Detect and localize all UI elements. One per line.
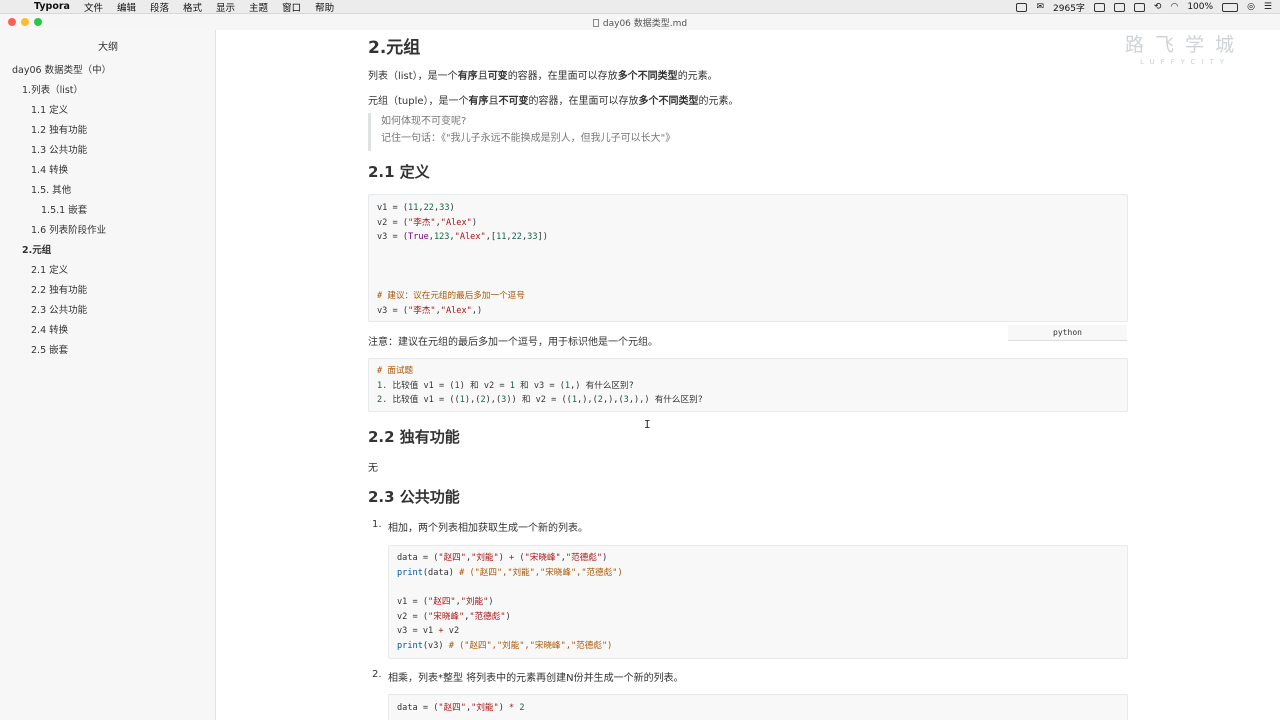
sync-icon[interactable]: ⟲ [1154,2,1162,12]
list-item-add[interactable]: 相加，两个列表相加获取生成一个新的列表。 [388,519,588,534]
outline-item-list[interactable]: 1.列表（list） [22,82,83,96]
paragraph-none[interactable]: 无 [368,459,378,474]
app-icon-3[interactable] [1133,2,1145,12]
code-line: v1 = (11,22,33) [377,203,455,213]
outline-item-tuple-own[interactable]: 2.2 独有功能 [31,282,87,296]
code-block-definition[interactable]: v1 = (11,22,33) v2 = ("李杰","Alex") v3 = … [368,194,1128,322]
wechat-icon[interactable]: ✉ [1036,2,1044,12]
code-line: v2 = ("宋晓峰","范德彪") [397,611,511,622]
outline-item-tuple-convert[interactable]: 2.4 转换 [31,322,68,336]
outline-item-day06[interactable]: day06 数据类型（中） [12,62,111,76]
control-center-icon[interactable]: ☰ [1264,2,1272,12]
menu-paragraph[interactable]: 段落 [150,0,169,14]
code-line: # 面试题 [377,366,414,376]
list-item-multiply[interactable]: 相乘，列表*整型 将列表中的元素再创建N份并生成一个新的列表。 [388,669,684,684]
code-block-multiply[interactable]: data = ("赵四","刘能") * 2 [388,694,1128,720]
luffycity-watermark: 路飞学城 LUFFYCITY [1120,30,1250,66]
paragraph-list-desc[interactable]: 列表（list），是一个有序且可变的容器，在里面可以存放多个不同类型的元素。 [368,67,718,82]
wifi-icon[interactable]: ◠ [1170,2,1178,12]
word-count[interactable]: 2965字 [1053,1,1085,14]
heading-tuple-own[interactable]: 2.2 独有功能 [368,426,460,447]
menu-theme[interactable]: 主题 [249,0,268,14]
menu-format[interactable]: 格式 [183,0,202,14]
siri-icon[interactable]: ◎ [1247,2,1255,12]
screen-record-icon[interactable] [1016,2,1028,12]
editor-area[interactable]: 路飞学城 LUFFYCITY 2.元组 列表（list），是一个有序且可变的容器… [216,30,1280,720]
outline-item-list-nest[interactable]: 1.5.1 嵌套 [41,202,87,216]
outline-item-list-convert[interactable]: 1.4 转换 [31,162,68,176]
outline-item-tuple-common[interactable]: 2.3 公共功能 [31,302,87,316]
outline-item-list-def[interactable]: 1.1 定义 [31,102,68,116]
quote-line-2: 记住一句话：《"我儿子永远不能换成是别人，但我儿子可以长大"》 [381,133,676,144]
menu-app-typora[interactable]: Typora [34,1,70,12]
outline-item-list-homework[interactable]: 1.6 列表阶段作业 [31,222,106,236]
menu-file[interactable]: 文件 [84,0,103,14]
code-block-add[interactable]: data = ("赵四","刘能") + ("宋晓峰","范德彪") print… [388,545,1128,659]
outline-item-tuple[interactable]: 2.元组 [22,242,51,256]
window-titlebar: day06 数据类型.md [0,14,1280,30]
code-line: v2 = ("李杰","Alex") [377,217,478,228]
menu-edit[interactable]: 编辑 [117,0,136,14]
code-line: data = ("赵四","刘能") * 2 [397,703,525,713]
list-number-1: 1. [372,519,382,530]
code-line: print(v3) # ("赵四","刘能","宋晓峰","范德彪") [397,641,613,652]
outline-item-tuple-nest[interactable]: 2.5 嵌套 [31,342,68,356]
blockquote[interactable]: 如何体现不可变呢? 记住一句话：《"我儿子永远不能换成是别人，但我儿子可以长大"… [368,113,1128,151]
code-line: 1. 比较值 v1 = (1) 和 v2 = 1 和 v3 = (1,) 有什么… [377,380,634,391]
list-number-2: 2. [372,669,382,680]
code-line: 2. 比较值 v1 = ((1),(2),(3)) 和 v2 = ((1,),(… [377,395,703,406]
code-line: v3 = v1 + v2 [397,626,460,637]
menu-bar: Typora 文件 编辑 段落 格式 显示 主题 窗口 帮助 ✉ 2965字 ⟲… [0,0,1280,14]
code-line: v3 = (True,123,"Alex",[11,22,33]) [377,232,548,243]
paragraph-tuple-desc[interactable]: 元组（tuple），是一个有序且不可变的容器，在里面可以存放多个不同类型的元素。 [368,92,739,107]
menu-help[interactable]: 帮助 [315,0,334,14]
menu-window[interactable]: 窗口 [282,0,301,14]
heading-tuple-common[interactable]: 2.3 公共功能 [368,486,460,507]
quote-line-1: 如何体现不可变呢? [381,116,467,127]
status-tray: ✉ 2965字 ⟲ ◠ 100% ◎ ☰ [1016,0,1272,14]
outline-item-list-common[interactable]: 1.3 公共功能 [31,142,87,156]
menu-view[interactable]: 显示 [216,0,235,14]
app-icon[interactable] [1093,2,1105,12]
watermark-title: 路飞学城 [1124,34,1245,56]
outline-sidebar: 大纲 day06 数据类型（中） 1.列表（list） 1.1 定义 1.2 独… [0,30,216,720]
document-title-text: day06 数据类型.md [602,19,688,29]
document-title: day06 数据类型.md [0,16,1280,29]
heading-tuple[interactable]: 2.元组 [368,33,420,58]
text-cursor-icon: I [644,418,651,431]
battery-icon[interactable] [1222,2,1239,12]
battery-percent[interactable]: 100% [1187,2,1213,12]
code-block-interview[interactable]: # 面试题 1. 比较值 v1 = (1) 和 v2 = 1 和 v3 = (1… [368,358,1128,412]
code-language-selector[interactable]: python [1008,325,1127,341]
code-line: print(data) # ("赵四","刘能","宋晓峰","范德彪") [397,567,623,578]
code-line: # 建议：议在元组的最后多加一个逗号 [377,291,525,302]
watermark-subtitle: LUFFYCITY [1139,58,1231,66]
heading-tuple-def[interactable]: 2.1 定义 [368,161,430,182]
outline-item-list-own[interactable]: 1.2 独有功能 [31,122,87,136]
paragraph-note[interactable]: 注意：建议在元组的最后多加一个逗号，用于标识他是一个元组。 [368,333,658,348]
code-line: data = ("赵四","刘能") + ("宋晓峰","范德彪") [397,553,608,563]
outline-title: 大纲 [98,42,118,53]
outline-item-list-other[interactable]: 1.5. 其他 [31,182,71,196]
outline-item-tuple-def[interactable]: 2.1 定义 [31,262,68,276]
code-line: v1 = ("赵四","刘能") [397,597,494,608]
app-icon-2[interactable] [1113,2,1125,12]
document-icon [592,19,599,27]
code-line: v3 = ("李杰","Alex",) [377,305,483,316]
